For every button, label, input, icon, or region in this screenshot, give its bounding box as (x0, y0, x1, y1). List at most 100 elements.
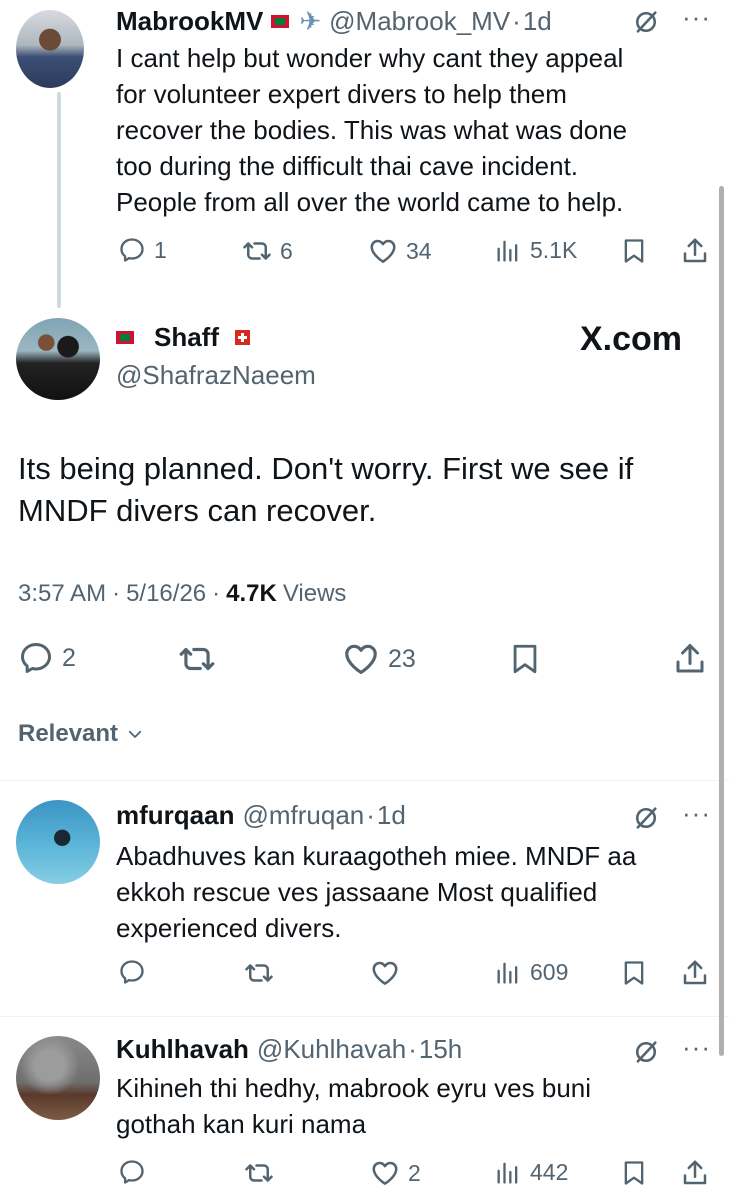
like-icon[interactable] (370, 958, 400, 988)
views-label: Views (282, 580, 347, 607)
more-icon[interactable]: ··· (682, 1032, 711, 1063)
grok-icon[interactable] (632, 1038, 660, 1066)
thread-line (57, 92, 61, 308)
divider (0, 1016, 729, 1017)
tweet-meta: 3:57 AM · 5/16/26 · 4.7K Views (18, 580, 346, 608)
avatar[interactable] (16, 318, 100, 400)
share-icon[interactable] (680, 236, 710, 266)
separator: · (112, 580, 121, 607)
like-count: 23 (388, 644, 416, 673)
tweet-time[interactable]: 3:57 AM (18, 580, 106, 608)
share-icon[interactable] (672, 640, 708, 678)
repost-button[interactable]: 6 (242, 236, 293, 266)
grok-icon[interactable] (632, 804, 660, 832)
repost-icon[interactable] (244, 958, 274, 988)
repost-icon (242, 236, 272, 266)
brand-watermark: X.com (580, 320, 683, 358)
views-count: 442 (530, 1158, 569, 1185)
reply-icon (118, 236, 146, 264)
views-button[interactable]: 609 (494, 958, 568, 986)
views-button[interactable]: 5.1K (494, 236, 577, 264)
reply-icon[interactable] (118, 1158, 146, 1186)
tweet-line: MNDF divers can recover. (18, 493, 377, 528)
timestamp[interactable]: 1d (377, 800, 406, 831)
like-icon (342, 640, 380, 678)
bookmark-icon[interactable] (620, 1158, 648, 1188)
author-name[interactable]: Shaff (154, 322, 219, 353)
author-handle[interactable]: @Mabrook_MV (329, 6, 510, 37)
maldives-flag-icon (116, 331, 134, 344)
separator: · (366, 800, 375, 830)
tweet-line: Kihineh thi hedhy, mabrook eyru ves buni (116, 1073, 592, 1103)
tweet-header: Kuhlhavah @Kuhlhavah · 15h (116, 1034, 462, 1065)
tweet-text: I cant help but wonder why cant they app… (116, 40, 706, 220)
reply-count: 1 (154, 236, 167, 263)
tweet-text: Kihineh thi hedhy, mabrook eyru ves buni… (116, 1070, 706, 1142)
tweet-line: Its being planned. Don't worry. First we… (18, 451, 634, 486)
views-icon (494, 1158, 522, 1186)
views-count: 5.1K (530, 236, 578, 263)
timestamp[interactable]: 1d (523, 6, 552, 37)
tweet-line: for volunteer expert divers to help them (116, 79, 567, 109)
tweet-line: gothah kan kuri nama (116, 1109, 367, 1139)
author-name[interactable]: mfurqaan (116, 800, 234, 831)
bookmark-icon[interactable] (620, 236, 648, 266)
tweet-line: ekkoh rescue ves jassaane Most qualified (116, 877, 598, 907)
author-handle[interactable]: @ShafrazNaeem (116, 360, 316, 391)
chevron-down-icon (128, 730, 142, 738)
tweet-line: experienced divers. (116, 913, 342, 943)
like-button[interactable]: 34 (368, 236, 432, 266)
airplane-icon: ✈ (299, 5, 322, 36)
like-button[interactable]: 2 (370, 1158, 421, 1188)
like-count: 2 (408, 1159, 421, 1186)
views-icon (494, 958, 522, 986)
reply-button[interactable]: 2 (18, 640, 76, 676)
author-name[interactable]: Kuhlhavah (116, 1034, 249, 1065)
separator: · (408, 1034, 417, 1064)
grok-icon[interactable] (632, 8, 660, 36)
views-count: 4.7K (226, 580, 277, 607)
timestamp[interactable]: 15h (419, 1034, 462, 1065)
author-handle[interactable]: @mfruqan (242, 800, 364, 831)
tweet-line: too during the difficult thai cave incid… (116, 151, 579, 181)
tweet-line: Abadhuves kan kuraagotheh miee. MNDF aa (116, 841, 637, 871)
reply-icon[interactable] (118, 958, 146, 986)
scrollbar[interactable] (719, 186, 724, 1056)
share-icon[interactable] (680, 1158, 710, 1188)
tweet-date[interactable]: 5/16/26 (126, 580, 206, 608)
views-button[interactable]: 442 (494, 1158, 568, 1186)
divider (0, 780, 729, 781)
views-icon (494, 236, 522, 264)
more-icon[interactable]: ··· (682, 798, 711, 829)
repost-count: 6 (280, 237, 293, 264)
swiss-flag-icon (235, 330, 250, 345)
views-count: 609 (530, 958, 569, 985)
avatar[interactable] (16, 800, 100, 884)
share-icon[interactable] (680, 958, 710, 988)
like-count: 34 (406, 237, 432, 264)
bookmark-icon[interactable] (508, 640, 542, 678)
separator: · (512, 5, 521, 36)
like-icon (370, 1158, 400, 1188)
author-handle[interactable]: @Kuhlhavah (257, 1034, 406, 1065)
repost-icon[interactable] (178, 640, 216, 678)
sort-dropdown[interactable]: Relevant (18, 720, 144, 748)
repost-icon[interactable] (244, 1158, 274, 1188)
avatar[interactable] (16, 10, 84, 88)
like-button[interactable]: 23 (342, 640, 416, 678)
tweet-text: Abadhuves kan kuraagotheh miee. MNDF aa … (116, 838, 706, 946)
avatar[interactable] (16, 1036, 100, 1120)
tweet-line: I cant help but wonder why cant they app… (116, 43, 624, 73)
maldives-flag-icon (271, 14, 290, 28)
sort-label: Relevant (18, 720, 119, 747)
like-icon (368, 236, 398, 266)
more-icon[interactable]: ··· (682, 2, 711, 33)
bookmark-icon[interactable] (620, 958, 648, 988)
reply-count: 2 (62, 643, 76, 672)
tweet-text: Its being planned. Don't worry. First we… (18, 448, 708, 532)
reply-icon (18, 640, 54, 676)
author-name[interactable]: MabrookMV (116, 6, 263, 37)
reply-button[interactable]: 1 (118, 236, 167, 264)
separator: · (212, 580, 221, 607)
tweet-line: recover the bodies. This was what was do… (116, 115, 628, 145)
